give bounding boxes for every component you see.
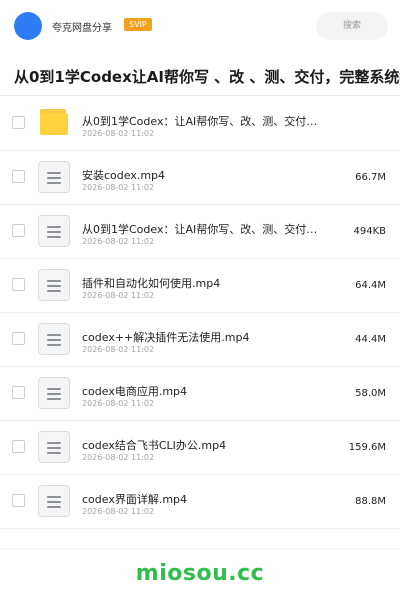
file-size: 159.6M bbox=[348, 442, 386, 453]
row-checkbox[interactable] bbox=[12, 332, 25, 345]
file-row[interactable]: codex结合飞书CLI办公.mp4 2026-08-02 11:02 159.6M bbox=[0, 421, 400, 475]
title-bar: 从0到1学Codex让AI帮你写 、改 、测、交付，完整系统教 bbox=[0, 56, 400, 96]
file-date: 2026-08-02 11:02 bbox=[82, 237, 155, 246]
file-date: 2026-08-02 11:02 bbox=[82, 129, 155, 138]
row-checkbox[interactable] bbox=[12, 386, 25, 399]
file-row[interactable]: codex电商应用.mp4 2026-08-02 11:02 58.0M bbox=[0, 367, 400, 421]
file-date: 2026-08-02 11:02 bbox=[82, 291, 155, 300]
file-row[interactable]: codex界面详解.mp4 2026-08-02 11:02 88.8M bbox=[0, 475, 400, 529]
row-checkbox[interactable] bbox=[12, 278, 25, 291]
file-icon bbox=[38, 485, 70, 517]
row-checkbox[interactable] bbox=[12, 116, 25, 129]
file-date: 2026-08-02 11:02 bbox=[82, 507, 155, 516]
file-date: 2026-08-02 11:02 bbox=[82, 399, 155, 408]
file-row[interactable]: 从0到1学Codex：让AI帮你写、改、测、交付，… 2026-08-02 11:… bbox=[0, 205, 400, 259]
footer: miosou.cc bbox=[0, 548, 400, 600]
avatar[interactable] bbox=[14, 12, 42, 40]
file-name: codex界面详解.mp4 bbox=[82, 493, 188, 506]
file-icon bbox=[38, 215, 70, 247]
file-row[interactable]: codex++解决插件无法使用.mp4 2026-08-02 11:02 44.4M bbox=[0, 313, 400, 367]
file-row[interactable]: 从0到1学Codex：让AI帮你写、改、测、交付，… 2026-08-02 11:… bbox=[0, 97, 400, 151]
file-size: 44.4M bbox=[355, 334, 386, 345]
file-date: 2026-08-02 11:02 bbox=[82, 183, 155, 192]
search-button[interactable]: 搜索 bbox=[316, 12, 388, 40]
svip-badge: SVIP bbox=[124, 18, 152, 31]
page-title: 从0到1学Codex让AI帮你写 、改 、测、交付，完整系统教 bbox=[14, 68, 400, 86]
brand-watermark: miosou.cc bbox=[135, 561, 265, 586]
file-size: 494KB bbox=[353, 226, 386, 237]
file-name: 从0到1学Codex：让AI帮你写、改、测、交付，… bbox=[82, 223, 327, 236]
file-icon bbox=[38, 161, 70, 193]
file-name: codex电商应用.mp4 bbox=[82, 385, 188, 398]
file-size: 64.4M bbox=[355, 280, 386, 291]
file-name: codex结合飞书CLI办公.mp4 bbox=[82, 439, 227, 452]
file-row[interactable]: 安装codex.mp4 2026-08-02 11:02 66.7M bbox=[0, 151, 400, 205]
row-checkbox[interactable] bbox=[12, 494, 25, 507]
file-size: 88.8M bbox=[355, 496, 386, 507]
row-checkbox[interactable] bbox=[12, 224, 25, 237]
row-checkbox[interactable] bbox=[12, 170, 25, 183]
file-list: 从0到1学Codex：让AI帮你写、改、测、交付，… 2026-08-02 11:… bbox=[0, 97, 400, 529]
folder-icon bbox=[38, 107, 70, 139]
file-date: 2026-08-02 11:02 bbox=[82, 345, 155, 354]
file-size: 66.7M bbox=[355, 172, 386, 183]
file-icon bbox=[38, 377, 70, 409]
row-checkbox[interactable] bbox=[12, 440, 25, 453]
file-size: 58.0M bbox=[355, 388, 386, 399]
file-name: 从0到1学Codex：让AI帮你写、改、测、交付，… bbox=[82, 115, 327, 128]
file-row[interactable]: 插件和自动化如何使用.mp4 2026-08-02 11:02 64.4M bbox=[0, 259, 400, 313]
username: 夸克网盘分享 bbox=[52, 23, 112, 34]
file-name: codex++解决插件无法使用.mp4 bbox=[82, 331, 250, 344]
file-date: 2026-08-02 11:02 bbox=[82, 453, 155, 462]
top-bar: 夸克网盘分享 SVIP 搜索 bbox=[0, 0, 400, 52]
file-name: 安装codex.mp4 bbox=[82, 169, 166, 182]
file-icon bbox=[38, 269, 70, 301]
file-icon bbox=[38, 323, 70, 355]
file-name: 插件和自动化如何使用.mp4 bbox=[82, 277, 221, 290]
file-icon bbox=[38, 431, 70, 463]
